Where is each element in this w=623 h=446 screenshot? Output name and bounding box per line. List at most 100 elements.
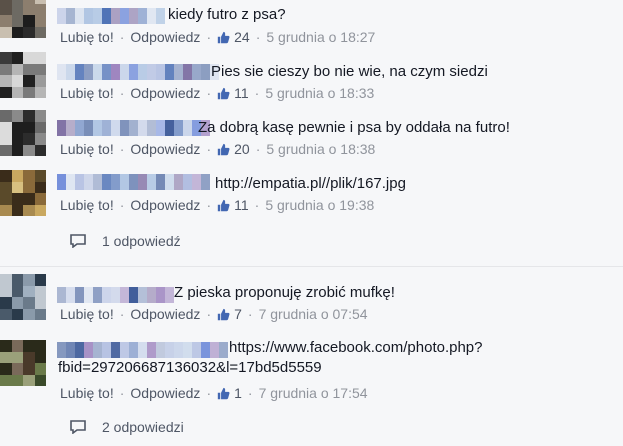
- thumbs-up-icon: [217, 31, 230, 43]
- avatar-pixel: [0, 285, 12, 297]
- avatar-pixel: [34, 26, 46, 38]
- name-pixel: [156, 120, 165, 136]
- like-link[interactable]: Lubię to!: [60, 197, 114, 213]
- reply-link[interactable]: Odpowiedz: [130, 29, 200, 45]
- comment-link-line2[interactable]: fbid=297206687136032&l=17bd5d5559: [58, 358, 322, 378]
- avatar[interactable]: [0, 340, 46, 386]
- avatar-pixel: [34, 297, 46, 309]
- avatar-pixel: [34, 52, 46, 64]
- name-pixel: [66, 8, 75, 24]
- avatar[interactable]: [0, 110, 46, 156]
- view-replies-link[interactable]: 1 odpowiedź: [70, 233, 181, 249]
- name-pixel: [111, 64, 120, 80]
- avatar-pixel: [34, 181, 46, 193]
- avatar-pixel: [23, 63, 35, 75]
- timestamp[interactable]: 5 grudnia o 19:38: [265, 197, 374, 213]
- avatar-pixel: [23, 374, 35, 386]
- avatar-pixel: [34, 3, 46, 15]
- like-link[interactable]: Lubię to!: [60, 385, 114, 401]
- view-replies-label: 2 odpowiedzi: [102, 419, 184, 435]
- like-count[interactable]: 20: [234, 141, 250, 157]
- name-pixel: [174, 120, 183, 136]
- like-count[interactable]: 11: [234, 197, 249, 213]
- name-pixel: [57, 174, 66, 190]
- reply-link[interactable]: Odpowiedz: [130, 85, 200, 101]
- comment-meta: Lubię to! · Odpowiedz · 7 · 7 grudnia o …: [60, 306, 368, 322]
- name-pixel: [102, 287, 111, 303]
- avatar[interactable]: [0, 170, 46, 216]
- avatar[interactable]: [0, 0, 46, 38]
- timestamp[interactable]: 5 grudnia o 18:38: [266, 141, 375, 157]
- separator: ·: [247, 306, 253, 322]
- name-pixel: [156, 174, 165, 190]
- name-pixel: [192, 64, 201, 80]
- avatar-pixel: [23, 297, 35, 309]
- like-count[interactable]: 11: [234, 85, 249, 101]
- name-pixel: [192, 342, 201, 358]
- like-link[interactable]: Lubię to!: [60, 141, 114, 157]
- timestamp[interactable]: 7 grudnia o 07:54: [259, 306, 368, 322]
- avatar-pixel: [11, 374, 23, 386]
- thumbs-up-icon: [217, 199, 230, 211]
- name-pixel: [66, 64, 75, 80]
- author-name-redacted[interactable]: [57, 64, 219, 82]
- name-pixel: [75, 64, 84, 80]
- comment-link[interactable]: http://empatia.pl//plik/167.jpg: [215, 174, 406, 194]
- avatar-pixel: [34, 63, 46, 75]
- name-pixel: [147, 120, 156, 136]
- name-pixel: [93, 287, 102, 303]
- like-link[interactable]: Lubię to!: [60, 29, 114, 45]
- name-pixel: [111, 174, 120, 190]
- author-name-redacted[interactable]: [57, 120, 210, 138]
- name-pixel: [102, 342, 111, 358]
- separator: ·: [119, 306, 125, 322]
- like-link[interactable]: Lubię to!: [60, 85, 114, 101]
- avatar-pixel: [0, 181, 12, 193]
- avatar-pixel: [0, 363, 12, 375]
- avatar-pixel: [23, 52, 35, 64]
- name-pixel: [138, 64, 147, 80]
- timestamp[interactable]: 5 grudnia o 18:27: [266, 29, 375, 45]
- reply-link[interactable]: Odpowiedz: [130, 197, 200, 213]
- avatar[interactable]: [0, 274, 46, 320]
- name-pixel: [57, 120, 66, 136]
- name-pixel: [75, 174, 84, 190]
- like-count[interactable]: 1: [234, 385, 242, 401]
- avatar-pixel: [11, 75, 23, 87]
- reply-link[interactable]: Odpowiedz: [130, 385, 200, 401]
- like-count[interactable]: 7: [234, 306, 242, 322]
- avatar-pixel: [11, 308, 23, 320]
- avatar[interactable]: [0, 52, 46, 98]
- name-pixel: [129, 120, 138, 136]
- like-count[interactable]: 24: [234, 29, 250, 45]
- name-pixel: [102, 64, 111, 80]
- avatar-pixel: [11, 144, 23, 156]
- name-pixel: [129, 174, 138, 190]
- timestamp[interactable]: 7 grudnia o 17:54: [259, 385, 368, 401]
- view-replies-link[interactable]: 2 odpowiedzi: [70, 419, 184, 435]
- avatar-pixel: [11, 3, 23, 15]
- name-pixel: [66, 287, 75, 303]
- comment-meta: Lubię to! · Odpowiedz · 11 · 5 grudnia o…: [60, 197, 374, 213]
- author-name-redacted[interactable]: [57, 174, 210, 192]
- avatar-pixel: [34, 285, 46, 297]
- avatar-pixel: [0, 15, 12, 27]
- comment: Za dobrą kasę pewnie i psa by oddała na …: [0, 110, 623, 166]
- reply-link[interactable]: Odpowiedz: [130, 141, 200, 157]
- separator: ·: [206, 197, 212, 213]
- comment-link-line1[interactable]: https://www.facebook.com/photo.php?: [229, 338, 482, 358]
- avatar-pixel: [34, 193, 46, 205]
- author-name-redacted[interactable]: [57, 287, 174, 305]
- name-pixel: [57, 64, 66, 80]
- avatar-pixel: [11, 86, 23, 98]
- avatar-pixel: [34, 363, 46, 375]
- separator: ·: [119, 197, 125, 213]
- reply-link[interactable]: Odpowiedz: [130, 306, 200, 322]
- author-name-redacted[interactable]: [57, 8, 165, 26]
- timestamp[interactable]: 5 grudnia o 18:33: [265, 85, 374, 101]
- name-pixel: [75, 120, 84, 136]
- comment-meta: Lubię to! · Odpowiedz · 11 · 5 grudnia o…: [60, 85, 374, 101]
- comment-text: kiedy futro z psa?: [168, 6, 286, 23]
- name-pixel: [174, 64, 183, 80]
- like-link[interactable]: Lubię to!: [60, 306, 114, 322]
